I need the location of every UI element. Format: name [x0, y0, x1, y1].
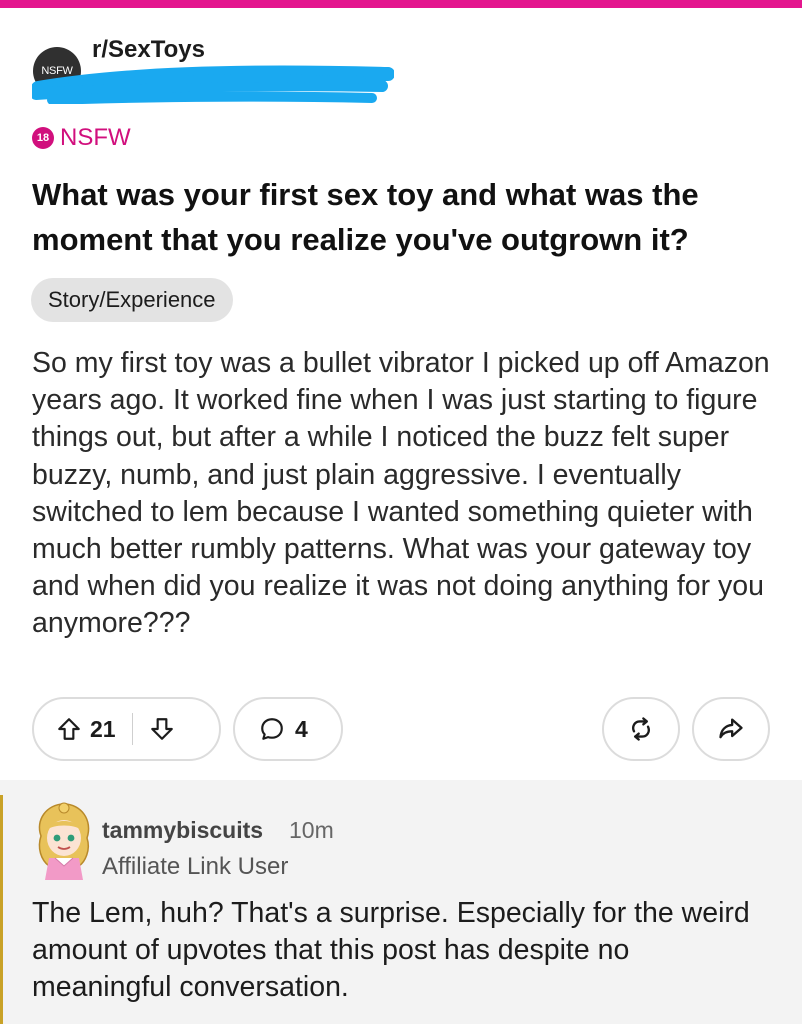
top-accent-bar [0, 0, 802, 8]
redaction-scribble [32, 65, 394, 104]
share-button[interactable] [692, 697, 770, 761]
nsfw-label: NSFW [60, 124, 131, 151]
upvote-arrow-icon [58, 718, 80, 740]
upvote-count: 21 [90, 715, 116, 742]
commenter-avatar[interactable] [33, 800, 95, 880]
comment-username[interactable]: tammybiscuits [102, 817, 263, 844]
comment-count: 4 [295, 715, 308, 742]
crosspost-button[interactable] [602, 697, 680, 761]
comment-timestamp: 10m [289, 817, 334, 843]
post-flair[interactable]: Story/Experience [31, 278, 233, 322]
share-arrow-icon [719, 718, 743, 739]
upvote-button[interactable] [56, 716, 82, 742]
post-body: So my first toy was a bullet vibrator I … [32, 347, 770, 640]
comment-user-flair: Affiliate Link User [102, 853, 289, 880]
nsfw-tag: 18 NSFW [32, 124, 131, 152]
comment-thread-line[interactable] [0, 795, 3, 1024]
comments-button[interactable]: 4 [233, 697, 343, 761]
crosspost-icon [632, 717, 650, 741]
vote-bar: 21 [32, 697, 221, 761]
vote-divider [131, 713, 133, 745]
nsfw-18-icon: 18 [32, 127, 54, 149]
comment-bubble-icon [259, 716, 285, 742]
downvote-arrow-icon [150, 718, 173, 740]
comment-body: The Lem, huh? That's a surprise. Especia… [32, 897, 750, 1003]
post-title: What was your first sex toy and what was… [32, 177, 699, 257]
downvote-button[interactable] [149, 716, 175, 742]
